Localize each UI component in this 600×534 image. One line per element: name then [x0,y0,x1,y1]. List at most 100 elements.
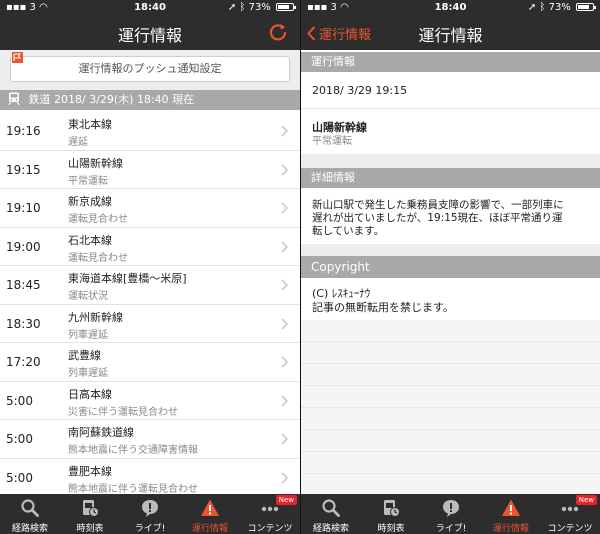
live-icon [443,500,459,517]
item-state: 列車遅延 [68,329,108,341]
push-area: 運行情報のプッシュ通知設定 [0,50,300,90]
list-item[interactable]: 5:00 南阿蘇鉄道線 熊本地震に伴う交通障害情報 [0,420,300,459]
item-time: 19:00 [6,239,41,254]
list-item[interactable]: 5:00 日高本線 災害に伴う運転見合わせ [0,381,300,420]
chevron-right-icon [281,163,288,176]
list-item[interactable]: 19:15 山陽新幹線 平常運転 [0,150,300,189]
item-state: 列車遅延 [68,368,108,379]
left-screen: ▪▪▪ 3 ◠ 18:40 ➚ ᛒ 73% 運行情報 運行情報のプッシュ通知設定 [0,0,300,534]
push-notification-settings-button[interactable]: 運行情報のプッシュ通知設定 [10,56,290,82]
item-state: 災害に伴う運転見合わせ [68,406,178,418]
chevron-right-icon [281,394,288,407]
tab-contents[interactable]: New コンテンツ [540,494,600,534]
empty-list-area [301,320,600,494]
battery-percent: 73% [248,2,271,13]
search-icon [322,499,340,517]
search-icon [21,499,39,517]
detail-block: 新山口駅で発生した乗務員支障の影響で、一部列車に 遅れが出ていましたが、19:1… [301,188,600,244]
item-time: 18:30 [6,316,41,331]
tab-live[interactable]: ライブ! [120,494,180,534]
tab-timetable[interactable]: 時刻表 [60,494,120,534]
list-item[interactable]: 17:20 武豊線 列車遅延 [0,343,300,382]
copyright-block: (C) ﾚｽｷｭｰﾅｳ 記事の無断転用を禁じます。 [301,278,600,320]
item-state: 運転見合わせ [68,252,128,264]
list-item[interactable]: 19:00 石北本線 運転見合わせ [0,227,300,266]
item-time: 5:00 [6,432,33,446]
battery-icon [576,3,596,11]
item-line: 東北本線 [68,118,112,131]
tab-label: コンテンツ [547,524,593,534]
tab-contents[interactable]: New コンテンツ [240,494,300,534]
tab-bar: 経路検索 時刻表 ライブ! 運行情報 New コンテンツ [0,494,300,534]
chevron-right-icon [281,279,288,291]
copyright-header: Copyright [301,256,600,278]
train-icon [8,92,20,105]
tab-label: ライブ! [435,524,467,534]
tab-label: ライブ! [134,524,166,534]
timetable-icon [83,500,99,517]
tab-live[interactable]: ライブ! [421,494,481,534]
item-time: 19:16 [6,124,41,138]
item-time: 5:00 [6,393,33,408]
item-line: 山陽新幹線 [68,156,123,170]
item-state: 平常運転 [68,175,108,187]
detail-header: 詳細情報 [301,168,600,188]
tab-service-info[interactable]: 運行情報 [180,494,240,534]
status-bar: ▪▪▪ 3 ◠ 18:40 ➚ ᛒ 73% [301,0,600,16]
item-time: 19:15 [6,162,41,177]
bluetooth-icon: ᛒ [239,2,246,13]
tab-service-info[interactable]: 運行情報 [481,494,541,534]
copyright-notice: 記事の無断転用を禁じます。 [312,301,454,314]
item-line: 東海道本線[豊橋〜米原] [68,272,187,285]
list-item[interactable]: 19:16 東北本線 遅延 [0,112,300,151]
list-item[interactable]: 18:45 東海道本線[豊橋〜米原] 運転状況 [0,266,300,305]
new-badge: New [275,495,297,505]
chevron-right-icon [281,240,288,253]
item-state: 運転状況 [68,291,108,302]
item-state: 熊本地震に伴う交通障害情報 [68,445,198,456]
list-item[interactable]: 19:10 新京成線 運転見合わせ [0,189,300,228]
item-state: 遅延 [68,137,88,148]
location-icon: ➚ [527,2,537,13]
service-info-header: 運行情報 [301,52,600,72]
chevron-right-icon [281,433,288,445]
item-time: 18:45 [6,278,41,292]
tab-label: コンテンツ [247,524,293,534]
detail-text-line: 転しています。 [312,225,385,237]
line-state: 平常運転 [312,136,352,147]
list-item[interactable]: 18:30 九州新幹線 列車遅延 [0,304,300,343]
status-list: 19:16 東北本線 遅延 19:15 山陽新幹線 平常運転 19:10 新京成… [0,112,300,497]
refresh-icon[interactable] [268,22,288,42]
item-line: 石北本線 [68,233,112,247]
tab-label: 時刻表 [377,524,405,534]
chevron-right-icon [281,202,288,214]
update-datetime: 2018/ 3/29 19:15 [312,84,408,97]
chevron-right-icon [281,356,288,368]
battery-icon [276,3,296,11]
warning-icon [201,499,219,516]
tab-label: 運行情報 [492,524,529,534]
section-label: 鉄道 2018/ 3/29(木) 18:40 現在 [28,93,195,106]
timetable-icon [384,500,400,517]
live-icon [142,500,158,517]
list-item[interactable]: 5:00 豊肥本線 熊本地震に伴う運転見合わせ [0,458,300,497]
tab-route-search[interactable]: 経路検索 [301,494,361,534]
item-line: 武豊線 [68,349,101,362]
flag-icon [12,52,23,63]
tab-label: 時刻表 [76,524,104,534]
page-title: 運行情報 [418,26,483,45]
item-time: 17:20 [6,355,41,369]
tab-timetable[interactable]: 時刻表 [361,494,421,534]
item-time: 19:10 [6,201,41,215]
chevron-right-icon [281,471,288,484]
item-state: 運転見合わせ [68,214,128,225]
rail-section-header: 鉄道 2018/ 3/29(木) 18:40 現在 [0,90,300,110]
item-line: 九州新幹線 [68,310,123,324]
warning-icon [502,499,520,516]
battery-percent: 73% [548,2,571,13]
item-line: 南阿蘇鉄道線 [68,426,134,439]
nav-bar: 運行情報 運行情報 [301,16,600,50]
tab-route-search[interactable]: 経路検索 [0,494,60,534]
item-line: 新京成線 [68,195,112,208]
chevron-right-icon [281,317,288,330]
